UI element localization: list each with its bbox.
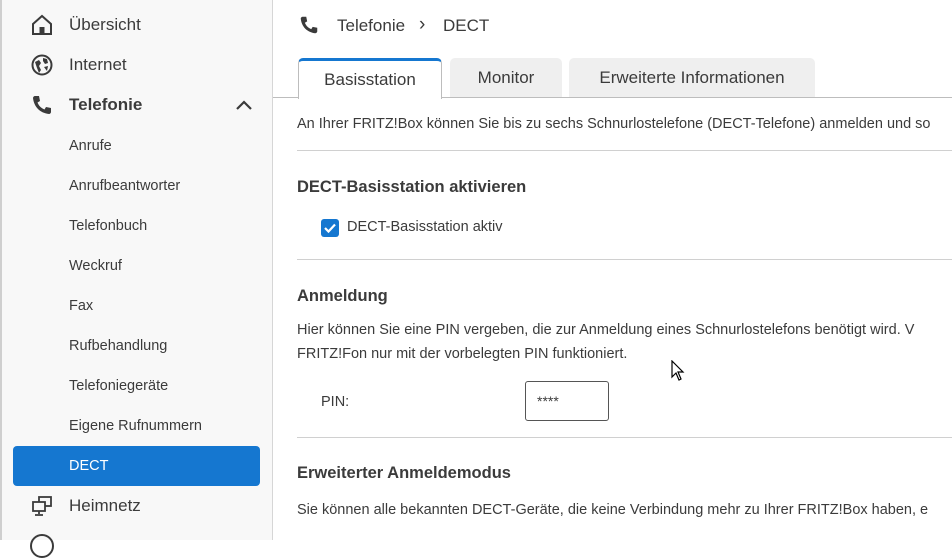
breadcrumb-separator: › xyxy=(419,14,426,35)
anmeldung-text-2: FRITZ!Fon nur mit der vorbelegten PIN fu… xyxy=(297,346,628,362)
tab-monitor[interactable]: Monitor xyxy=(450,58,562,98)
mouse-cursor-icon xyxy=(671,359,685,387)
chevron-up-icon[interactable] xyxy=(234,95,254,120)
breadcrumb-parent[interactable]: Telefonie xyxy=(337,16,405,36)
section-title-anmeldung: Anmeldung xyxy=(297,287,388,305)
erweiterter-text: Sie können alle bekannten DECT-Geräte, d… xyxy=(297,502,929,518)
sidebar-item-fax[interactable]: Fax xyxy=(13,286,260,326)
sidebar-item-anrufbeantworter[interactable]: Anrufbeantworter xyxy=(13,166,260,206)
phone-icon xyxy=(298,14,320,41)
tab-basisstation[interactable]: Basisstation xyxy=(298,58,442,99)
tab-erweiterte-informationen[interactable]: Erweiterte Informationen xyxy=(569,58,815,98)
section-title-activate: DECT-Basisstation aktivieren xyxy=(297,178,527,196)
sidebar-item-weckruf[interactable]: Weckruf xyxy=(13,246,260,286)
nav-item-telefonie[interactable]: Telefonie xyxy=(2,85,273,125)
pin-label: PIN: xyxy=(321,394,350,410)
pin-input[interactable]: **** xyxy=(525,381,609,421)
breadcrumb-current: DECT xyxy=(443,16,490,35)
globe-icon xyxy=(30,53,54,77)
sidebar-item-anrufe[interactable]: Anrufe xyxy=(13,126,260,166)
divider xyxy=(297,150,952,151)
sidebar: Übersicht Internet Telefonie Anrufe Anru… xyxy=(0,0,273,558)
sidebar-item-telefoniegeraete[interactable]: Telefoniegeräte xyxy=(13,366,260,406)
main-content: Telefonie › DECT Basisstation Monitor Er… xyxy=(273,0,952,540)
nav-item-internet[interactable]: Internet xyxy=(2,45,273,85)
intro-text: An Ihrer FRITZ!Box können Sie bis zu sec… xyxy=(297,116,931,132)
nav-item-heimnetz[interactable]: Heimnetz xyxy=(2,486,273,526)
dect-active-checkbox[interactable] xyxy=(321,219,339,237)
divider xyxy=(297,259,952,260)
section-title-erweiterter-anmeldemodus: Erweiterter Anmeldemodus xyxy=(297,464,511,482)
divider xyxy=(297,437,952,438)
sidebar-item-dect[interactable]: DECT xyxy=(13,446,260,486)
sidebar-item-telefonbuch[interactable]: Telefonbuch xyxy=(13,206,260,246)
anmeldung-text-1: Hier können Sie eine PIN vergeben, die z… xyxy=(297,322,915,338)
phone-icon xyxy=(30,93,54,117)
sidebar-item-rufbehandlung[interactable]: Rufbehandlung xyxy=(13,326,260,366)
home-icon xyxy=(30,13,54,37)
partial-nav-icon xyxy=(30,534,54,558)
dect-active-label[interactable]: DECT-Basisstation aktiv xyxy=(347,219,503,235)
nav-item-uebersicht[interactable]: Übersicht xyxy=(2,5,273,45)
network-icon xyxy=(30,494,54,518)
sidebar-item-eigene-rufnummern[interactable]: Eigene Rufnummern xyxy=(13,406,260,446)
